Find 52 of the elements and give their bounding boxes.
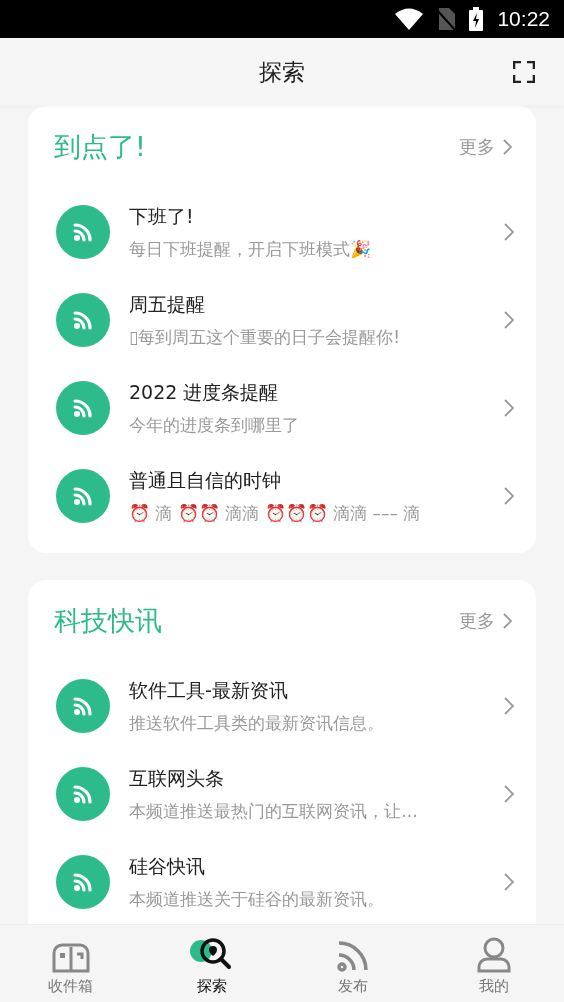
rss-icon: [56, 381, 110, 435]
rss-icon: [56, 205, 110, 259]
no-sim-icon: [437, 8, 456, 30]
channel-item[interactable]: 硅谷快讯 本频道推送关于硅谷的最新资讯。: [28, 838, 536, 926]
chevron-right-icon: [504, 399, 514, 417]
clock-time: 10:22: [497, 7, 550, 31]
channel-description: 今年的进度条到哪里了: [129, 414, 299, 437]
channel-description: 每日下班提醒，开启下班模式🎉: [129, 238, 371, 261]
channel-item[interactable]: 普通且自信的时钟 ⏰ 滴 ⏰⏰ 滴滴 ⏰⏰⏰ 滴滴 ––– 滴: [28, 452, 536, 540]
person-icon: [476, 937, 511, 973]
nav-tab[interactable]: 发布: [282, 925, 423, 1002]
channel-description: 本频道推送关于硅谷的最新资讯。: [129, 888, 384, 911]
fullscreen-icon[interactable]: [513, 61, 535, 83]
channel-description: 本频道推送最热门的互联网资讯，让…: [129, 800, 418, 823]
channel-item[interactable]: 周五提醒 ▯每到周五这个重要的日子会提醒你!: [28, 276, 536, 364]
chevron-right-icon: [504, 873, 514, 891]
chevron-right-icon: [503, 139, 512, 155]
channel-title: 互联网头条: [129, 766, 224, 791]
page-title: 探索: [259, 57, 305, 87]
rss-icon: [56, 469, 110, 523]
channel-item[interactable]: 2022 进度条提醒 今年的进度条到哪里了: [28, 364, 536, 452]
wifi-icon: [395, 8, 424, 30]
channel-item[interactable]: 互联网头条 本频道推送最热门的互联网资讯，让…: [28, 750, 536, 838]
nav-tab[interactable]: 探索: [141, 925, 282, 1002]
channel-description: 推送软件工具类的最新资讯信息。: [129, 712, 384, 735]
channel-title: 2022 进度条提醒: [129, 380, 279, 405]
channel-item[interactable]: 下班了! 每日下班提醒，开启下班模式🎉: [28, 188, 536, 276]
rss-icon: [56, 767, 110, 821]
rss-icon: [56, 855, 110, 909]
channel-item[interactable]: 软件工具-最新资讯 推送软件工具类的最新资讯信息。: [28, 662, 536, 750]
chevron-right-icon: [504, 487, 514, 505]
nav-tab[interactable]: 我的: [423, 925, 564, 1002]
chevron-right-icon: [504, 785, 514, 803]
chevron-right-icon: [504, 311, 514, 329]
rss-icon: [56, 293, 110, 347]
inbox-icon: [51, 943, 90, 973]
channel-title: 软件工具-最新资讯: [129, 678, 288, 703]
rss-icon: [56, 679, 110, 733]
chevron-right-icon: [504, 223, 514, 241]
channel-description: ▯每到周五这个重要的日子会提醒你!: [129, 326, 401, 349]
channel-title: 普通且自信的时钟: [129, 468, 281, 493]
channel-title: 下班了!: [129, 204, 194, 229]
section-title: 科技快讯: [54, 604, 162, 638]
nav-tab[interactable]: 收件箱: [0, 925, 141, 1002]
rss-icon: [335, 939, 370, 973]
chevron-right-icon: [504, 697, 514, 715]
channel-description: ⏰ 滴 ⏰⏰ 滴滴 ⏰⏰⏰ 滴滴 ––– 滴: [129, 502, 421, 525]
section-title: 到点了!: [54, 130, 146, 164]
battery-charging-icon: [469, 7, 484, 31]
channel-title: 硅谷快讯: [129, 854, 205, 879]
channel-title: 周五提醒: [129, 292, 205, 317]
chevron-right-icon: [503, 613, 512, 629]
